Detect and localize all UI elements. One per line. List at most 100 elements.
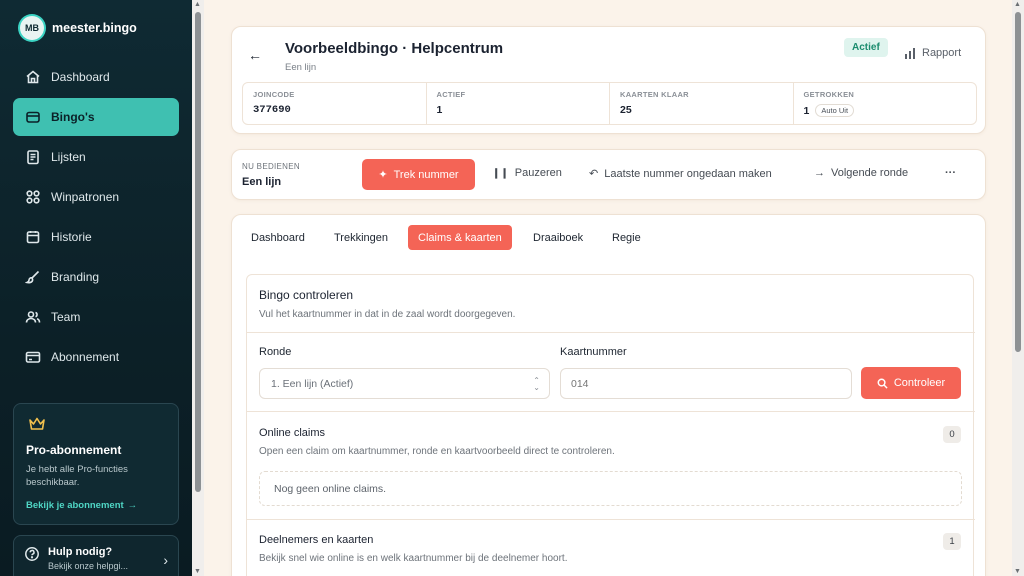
sidebar: MB meester.bingo Dashboard Bingo's Lijst… (0, 0, 192, 576)
main-scrollbar[interactable]: ▲ ▼ (1012, 0, 1024, 576)
next-round-button[interactable]: → Volgende ronde (814, 167, 908, 179)
scroll-up-icon[interactable]: ▲ (194, 1, 201, 8)
card-number-label: Kaartnummer (560, 346, 627, 358)
arrow-right-icon: → (814, 167, 825, 179)
divider (247, 519, 975, 520)
undo-last-number-button[interactable]: ↶ Laatste nummer ongedaan maken (589, 167, 772, 181)
stat-value: 1 (436, 104, 443, 116)
bingo-header-card: ← Voorbeeldbingo · Helpcentrum Een lijn … (231, 26, 986, 134)
sidebar-item-abonnement[interactable]: Abonnement (13, 338, 179, 376)
pause-button[interactable]: ❙❙ Pauzeren (492, 167, 562, 179)
ticket-icon (26, 111, 40, 123)
divider (247, 411, 975, 412)
stats-bar: JOINCODE 377690 ACTIEF 1 KAARTEN KLAAR 2… (242, 82, 977, 125)
status-badge: Actief (844, 38, 888, 57)
chevron-up-down-icon: ⌃ ⌄ (533, 376, 540, 392)
participants-count: 1 (943, 533, 961, 550)
pro-plan-description: Je hebt alle Pro-functies beschikbaar. (26, 464, 128, 489)
sidebar-item-label: Team (51, 310, 81, 324)
sidebar-item-historie[interactable]: Historie (13, 218, 179, 256)
brand[interactable]: MB meester.bingo (20, 16, 137, 40)
pro-plan-title: Pro-abonnement (26, 443, 122, 457)
undo-icon: ↶ (589, 168, 599, 180)
tab-trekkingen[interactable]: Trekkingen (324, 225, 398, 250)
sidebar-scroll-thumb[interactable] (195, 12, 201, 492)
now-serving-value: Een lijn (242, 176, 282, 188)
stat-label: GETROKKEN (803, 90, 855, 99)
main-scroll-thumb[interactable] (1015, 12, 1021, 352)
stat-getrokken: GETROKKEN 1 Auto Uit (794, 83, 977, 124)
online-claims-count: 0 (943, 426, 961, 443)
claims-panel: Bingo controleren Vul het kaartnummer in… (246, 274, 975, 576)
bar-chart-icon (905, 47, 915, 59)
sparkle-icon: ✦ (378, 169, 388, 181)
sidebar-item-team[interactable]: Team (13, 298, 179, 336)
help-circle-icon (25, 547, 39, 561)
brand-logo: MB (20, 16, 44, 40)
list-icon (27, 150, 39, 165)
divider (247, 332, 975, 333)
view-subscription-label: Bekijk je abonnement (26, 499, 124, 511)
search-icon (877, 378, 888, 389)
tab-draaiboek[interactable]: Draaiboek (523, 225, 593, 250)
tab-claims-kaarten[interactable]: Claims & kaarten (408, 225, 512, 250)
sidebar-nav: Dashboard Bingo's Lijsten Winpatronen Hi… (13, 58, 179, 378)
page-subtitle: Een lijn (285, 62, 317, 73)
next-round-label: Volgende ronde (831, 167, 909, 179)
stat-label: ACTIEF (436, 90, 466, 99)
stat-label: JOINCODE (253, 90, 295, 99)
help-card[interactable]: Hulp nodig? Bekijk onze helpgi... › (13, 535, 179, 576)
view-subscription-link[interactable]: Bekijk je abonnement → (26, 500, 166, 511)
stat-value-row: 1 Auto Uit (804, 104, 967, 117)
users-icon (25, 311, 41, 323)
round-select[interactable]: 1. Een lijn (Actief) ⌃ ⌄ (259, 368, 550, 399)
sidebar-item-label: Winpatronen (51, 190, 120, 204)
stat-joincode: JOINCODE 377690 (243, 83, 427, 124)
tab-dashboard[interactable]: Dashboard (241, 225, 315, 250)
check-button[interactable]: Controleer (861, 367, 961, 399)
sidebar-item-label: Historie (51, 230, 92, 244)
draw-number-button[interactable]: ✦ Trek nummer (362, 159, 475, 190)
more-menu-button[interactable]: ··· (945, 167, 956, 179)
scroll-down-icon[interactable]: ▼ (1014, 568, 1021, 575)
sidebar-item-label: Abonnement (51, 350, 120, 364)
scroll-down-icon[interactable]: ▼ (194, 568, 201, 575)
help-title: Hulp nodig? (48, 546, 113, 558)
undo-label: Laatste nummer ongedaan maken (604, 167, 772, 180)
round-select-value: 1. Een lijn (Actief) (271, 377, 354, 390)
pro-plan-card: Pro-abonnement Je hebt alle Pro-functies… (13, 403, 179, 525)
online-claims-empty: Nog geen online claims. (259, 471, 962, 506)
crown-icon (29, 417, 45, 430)
sidebar-item-dashboard[interactable]: Dashboard (13, 58, 179, 96)
card-icon (25, 351, 41, 363)
pause-label: Pauzeren (514, 167, 562, 179)
back-arrow-icon[interactable]: ← (248, 47, 262, 63)
content-card: Dashboard Trekkingen Claims & kaarten Dr… (231, 214, 986, 576)
participants-title: Deelnemers en kaarten (259, 534, 374, 546)
arrow-right-icon: → (127, 499, 138, 511)
sidebar-item-label: Branding (51, 270, 100, 284)
sidebar-item-label: Bingo's (51, 110, 95, 124)
sidebar-item-bingos[interactable]: Bingo's (13, 98, 179, 136)
card-number-input[interactable] (560, 368, 852, 399)
now-serving-label: NU BEDIENEN (242, 162, 300, 171)
round-label: Ronde (259, 346, 292, 358)
control-bar: NU BEDIENEN Een lijn ✦ Trek nummer ❙❙ Pa… (231, 149, 986, 200)
online-claims-title: Online claims (259, 427, 326, 439)
stat-actief: ACTIEF 1 (427, 83, 610, 124)
check-button-label: Controleer (893, 377, 946, 389)
tab-regie[interactable]: Regie (602, 225, 651, 250)
history-icon (26, 231, 40, 244)
help-subtitle: Bekijk onze helpgi... (48, 561, 129, 571)
rapport-button[interactable]: Rapport (904, 47, 961, 59)
auto-draw-chip[interactable]: Auto Uit (815, 104, 855, 117)
sidebar-item-winpatronen[interactable]: Winpatronen (13, 178, 179, 216)
check-bingo-title: Bingo controleren (259, 288, 354, 302)
draw-number-label: Trek nummer (393, 168, 459, 181)
sidebar-scrollbar[interactable]: ▲ ▼ (192, 0, 204, 576)
sidebar-item-branding[interactable]: Branding (13, 258, 179, 296)
sidebar-item-lijsten[interactable]: Lijsten (13, 138, 179, 176)
home-icon (26, 70, 40, 84)
scroll-up-icon[interactable]: ▲ (1014, 1, 1021, 8)
stat-label: KAARTEN KLAAR (620, 90, 689, 99)
